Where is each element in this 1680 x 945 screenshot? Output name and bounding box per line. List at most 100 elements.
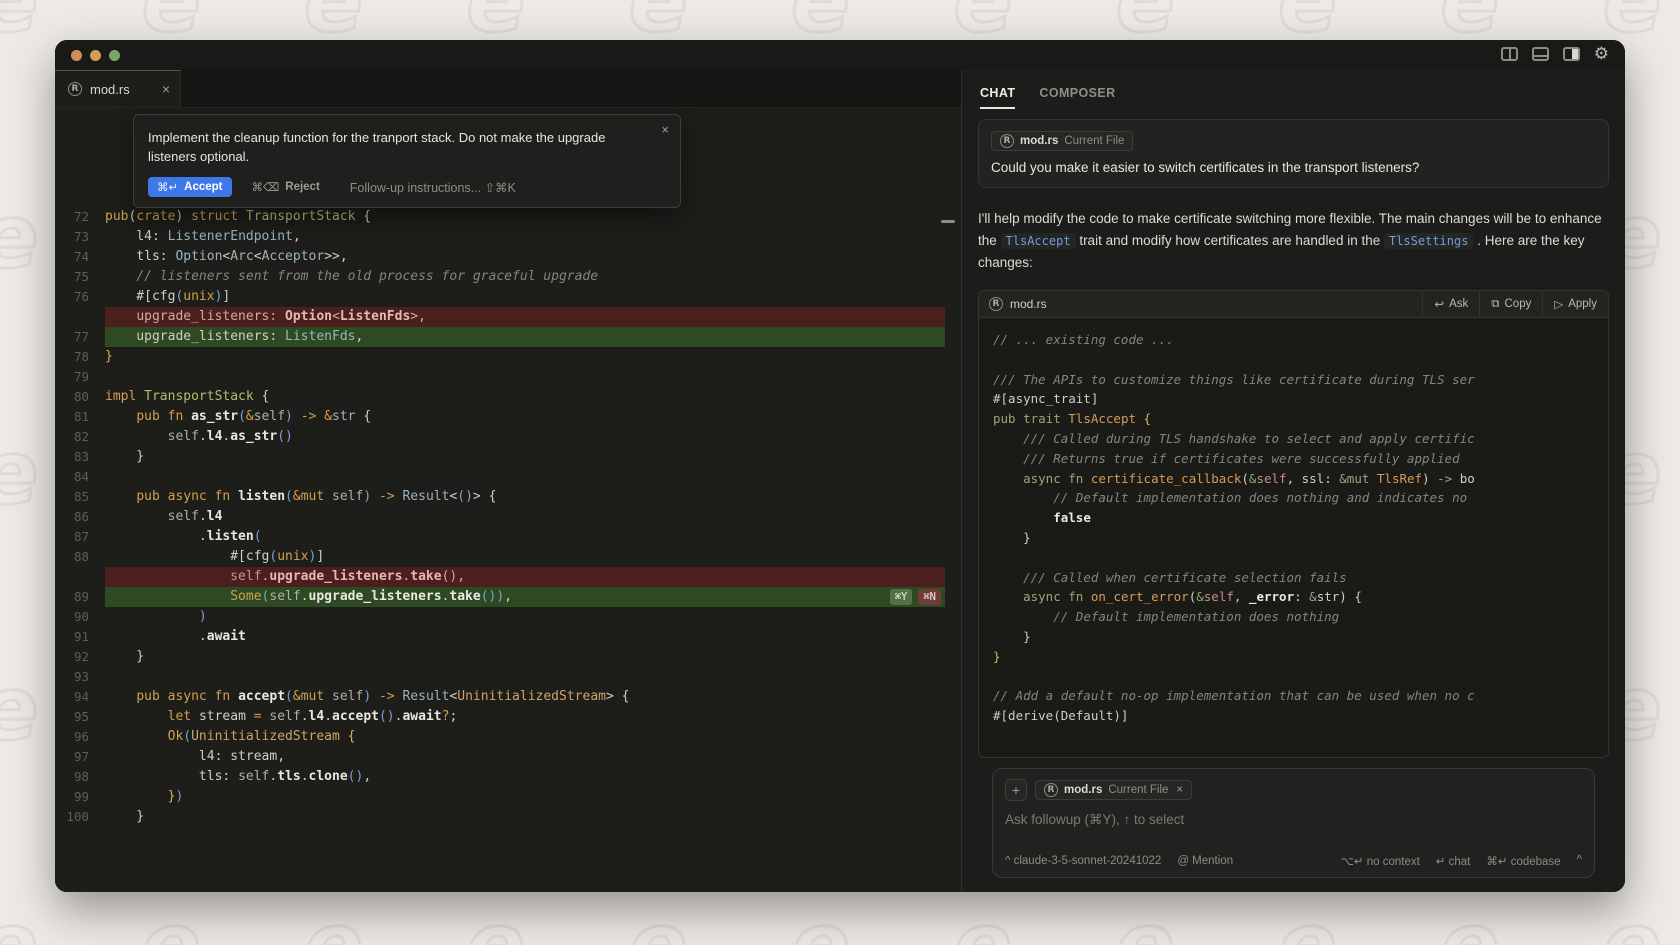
line-number: 100 — [55, 807, 105, 827]
code-line: 97 l4: stream, — [55, 747, 961, 767]
code-line: // ... existing code ... — [993, 330, 1608, 350]
code-line: 80impl TransportStack { — [55, 387, 961, 407]
chat-header: CHAT COMPOSER — [962, 70, 1625, 109]
line-number: 80 — [55, 387, 105, 407]
chip-filename: mod.rs — [1064, 784, 1102, 796]
line-number: 82 — [55, 427, 105, 447]
model-selector[interactable]: ^ claude-3-5-sonnet-20241022 — [1005, 855, 1161, 867]
copy-button[interactable]: ⧉Copy — [1479, 291, 1542, 317]
code-line: 87 .listen( — [55, 527, 961, 547]
tab-bar: R mod.rs × — [55, 70, 961, 108]
maximize-window-button[interactable] — [109, 50, 120, 61]
prompt-text: Implement the cleanup function for the t… — [148, 128, 654, 166]
add-context-button[interactable]: + — [1005, 779, 1027, 801]
line-number: 73 — [55, 227, 105, 247]
code-block-header: R mod.rs ↩Ask⧉Copy▷Apply — [979, 291, 1608, 318]
close-window-button[interactable] — [71, 50, 82, 61]
code-line: /// Called during TLS handshake to selec… — [993, 429, 1608, 449]
no-context-action[interactable]: ⌥↵ no context — [1341, 854, 1420, 868]
code-line: 84 — [55, 467, 961, 487]
line-number — [55, 567, 105, 587]
line-number: 88 — [55, 547, 105, 567]
input-context-chip[interactable]: R mod.rs Current File × — [1035, 780, 1192, 800]
line-number: 89 — [55, 587, 105, 607]
mention-button[interactable]: @ Mention — [1177, 855, 1233, 867]
code-line: 78} — [55, 347, 961, 367]
apply-button[interactable]: ▷Apply — [1542, 291, 1608, 317]
rust-file-icon: R — [68, 82, 82, 96]
line-number: 97 — [55, 747, 105, 767]
prompt-close-icon[interactable]: × — [661, 122, 669, 137]
accept-button[interactable]: ⌘↵ Accept — [148, 177, 232, 197]
code-line: 72pub(crate) struct TransportStack { — [55, 207, 961, 227]
collapse-input-chevron[interactable]: ^ — [1577, 854, 1582, 868]
diff-accept-badge[interactable]: ⌘Y — [890, 589, 913, 605]
code-line: 93 — [55, 667, 961, 687]
line-number: 72 — [55, 207, 105, 227]
tab-composer[interactable]: COMPOSER — [1039, 86, 1115, 109]
line-number: 91 — [55, 627, 105, 647]
code-line: /// Called when certificate selection fa… — [993, 568, 1608, 588]
copy-icon: ⧉ — [1491, 298, 1499, 311]
code-line: self.upgrade_listeners.take(), — [55, 567, 961, 587]
chat-action[interactable]: ↵ chat — [1436, 854, 1471, 868]
line-number: 81 — [55, 407, 105, 427]
user-message-text: Could you make it easier to switch certi… — [991, 160, 1596, 175]
line-number: 87 — [55, 527, 105, 547]
tab-chat[interactable]: CHAT — [980, 86, 1015, 109]
code-line: 99 }) — [55, 787, 961, 807]
chip-tag: Current File — [1064, 135, 1124, 147]
diff-reject-badge[interactable]: ⌘N — [918, 589, 941, 605]
code-line: 75 // listeners sent from the old proces… — [55, 267, 961, 287]
editor-scrollbar[interactable] — [941, 220, 955, 223]
assistant-text: trait and modify how certificates are ha… — [1076, 233, 1384, 248]
toggle-panel-right-icon[interactable] — [1563, 47, 1580, 61]
code-block-filename: mod.rs — [1010, 297, 1047, 311]
code-line: 98 tls: self.tls.clone(), — [55, 767, 961, 787]
code-block-body: // ... existing code .../// The APIs to … — [979, 318, 1608, 757]
line-number: 83 — [55, 447, 105, 467]
code-line: #[async_trait] — [993, 389, 1608, 409]
line-number — [55, 307, 105, 327]
code-line — [993, 667, 1608, 687]
code-line: 76 #[cfg(unix)] — [55, 287, 961, 307]
code-line: } — [993, 627, 1608, 647]
settings-gear-icon[interactable]: ⚙ — [1594, 47, 1609, 61]
code-line: 90 ) — [55, 607, 961, 627]
assistant-message: I'll help modify the code to make certif… — [978, 208, 1623, 274]
line-number: 84 — [55, 467, 105, 487]
code-line: 92 } — [55, 647, 961, 667]
ask-button[interactable]: ↩Ask — [1422, 291, 1479, 317]
reject-button[interactable]: ⌘⌫ Reject — [252, 180, 320, 194]
tab-mod-rs[interactable]: R mod.rs × — [55, 70, 181, 107]
code-line: // Default implementation does nothing a… — [993, 488, 1608, 508]
split-editor-icon[interactable] — [1501, 47, 1518, 61]
codebase-action[interactable]: ⌘↵ codebase — [1486, 854, 1560, 868]
context-chip[interactable]: R mod.rs Current File — [991, 131, 1133, 151]
line-number: 96 — [55, 727, 105, 747]
code-line: async fn on_cert_error(&self, _error: &s… — [993, 587, 1608, 607]
reject-shortcut: ⌘⌫ — [252, 180, 280, 194]
code-line: /// Returns true if certificates were su… — [993, 449, 1608, 469]
code-line: 81 pub fn as_str(&self) -> &str { — [55, 407, 961, 427]
minimize-window-button[interactable] — [90, 50, 101, 61]
inline-code-span: TlsAccept — [1001, 233, 1076, 249]
chat-input-box[interactable]: + R mod.rs Current File × Ask followup (… — [992, 768, 1595, 878]
line-number: 86 — [55, 507, 105, 527]
code-line: pub trait TlsAccept { — [993, 409, 1608, 429]
accept-shortcut: ⌘↵ — [157, 180, 178, 194]
chip-close-icon[interactable]: × — [1176, 784, 1183, 796]
tab-close-icon[interactable]: × — [162, 81, 170, 97]
chat-messages: R mod.rs Current File Could you make it … — [962, 109, 1625, 892]
line-number: 93 — [55, 667, 105, 687]
chat-input-placeholder[interactable]: Ask followup (⌘Y), ↑ to select — [1005, 812, 1582, 828]
code-line: 100 } — [55, 807, 961, 827]
line-number: 79 — [55, 367, 105, 387]
watermark-row: e e e e e e e e e e e e e e e e — [0, 886, 1680, 945]
code-editor[interactable]: 72pub(crate) struct TransportStack {73 l… — [55, 207, 961, 827]
followup-instructions[interactable]: Follow-up instructions... ⇧⌘K — [350, 180, 516, 195]
toggle-panel-bottom-icon[interactable] — [1532, 47, 1549, 61]
code-line: // Default implementation does nothing — [993, 607, 1608, 627]
editor-body: Implement the cleanup function for the t… — [55, 108, 961, 892]
code-line: 73 l4: ListenerEndpoint, — [55, 227, 961, 247]
